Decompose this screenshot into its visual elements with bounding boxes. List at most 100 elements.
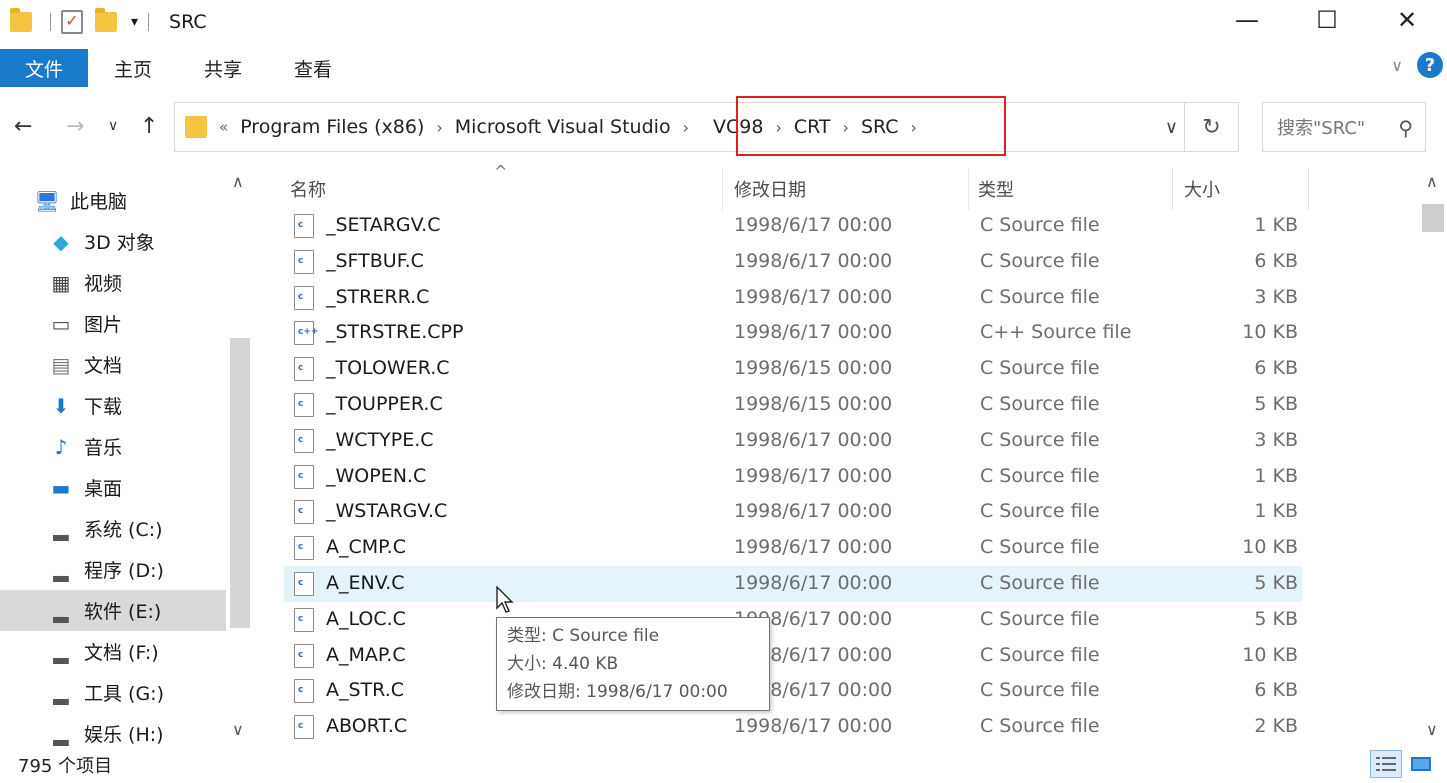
file-type: C Source file xyxy=(980,643,1100,666)
help-icon[interactable]: ? xyxy=(1417,52,1443,78)
file-name[interactable]: A_CMP.C xyxy=(326,536,406,558)
tab-file[interactable]: 文件 xyxy=(0,49,88,87)
sidebar-item-music[interactable]: ♪ 音乐 xyxy=(0,426,226,467)
sidebar-item-this-pc[interactable]: 🖥 此电脑 xyxy=(0,180,226,221)
sidebar-item-video[interactable]: ▦ 视频 xyxy=(0,262,226,303)
sidebar-item-drive-d[interactable]: ▂ 程序 (D:) xyxy=(0,549,226,590)
table-row[interactable]: c _TOUPPER.C 1998/6/15 00:00 C Source file 5… xyxy=(284,387,1302,423)
overflow-crumbs-icon[interactable]: « xyxy=(219,118,228,136)
scrollbar-thumb[interactable] xyxy=(1422,204,1444,232)
table-row[interactable]: c A_STR.C 1998/6/17 00:00 C Source file 6 KB xyxy=(284,673,1302,709)
customize-toolbar-icon[interactable]: ▾ xyxy=(131,14,138,30)
sidebar-item-3d-objects[interactable]: ◆ 3D 对象 xyxy=(0,221,226,262)
file-name[interactable]: A_ENV.C xyxy=(326,572,405,594)
file-name[interactable]: A_MAP.C xyxy=(326,644,406,666)
chevron-down-icon[interactable]: ∨ xyxy=(232,720,244,739)
tab-view[interactable]: 查看 xyxy=(268,55,358,82)
tab-home[interactable]: 主页 xyxy=(88,55,178,82)
chevron-right-icon[interactable]: › xyxy=(775,118,781,137)
table-row[interactable]: c A_MAP.C 1998/6/17 00:00 C Source file 10 K… xyxy=(284,638,1302,674)
chevron-down-icon[interactable]: ∨ xyxy=(1426,720,1438,739)
refresh-button[interactable]: ↻ xyxy=(1184,103,1238,151)
table-row[interactable]: c _STRERR.C 1998/6/17 00:00 C Source file 3 … xyxy=(284,280,1302,316)
file-name[interactable]: _WOPEN.C xyxy=(326,465,426,487)
sidebar-item-drive-f[interactable]: ▂ 文档 (F:) xyxy=(0,631,226,672)
breadcrumb-crt[interactable]: CRT xyxy=(794,116,831,138)
file-date: 1998/6/17 00:00 xyxy=(734,715,893,738)
details-view-button[interactable] xyxy=(1370,750,1402,778)
sidebar-item-drive-e[interactable]: ▂ 软件 (E:) xyxy=(0,590,226,631)
file-name[interactable]: _STRERR.C xyxy=(326,286,429,308)
sidebar-item-pictures[interactable]: ▭ 图片 xyxy=(0,303,226,344)
table-row[interactable]: c _SFTBUF.C 1998/6/17 00:00 C Source file 6 … xyxy=(284,244,1302,280)
table-row[interactable]: c _TOLOWER.C 1998/6/15 00:00 C Source file 6… xyxy=(284,351,1302,387)
column-header-date[interactable]: 修改日期 xyxy=(734,168,964,210)
file-name[interactable]: _WCTYPE.C xyxy=(326,429,434,451)
column-divider[interactable] xyxy=(722,168,723,210)
recent-locations-icon[interactable]: ∨ xyxy=(108,118,118,134)
address-history-dropdown-icon[interactable]: ∨ xyxy=(1165,117,1178,138)
source-file-icon: c xyxy=(294,643,314,668)
file-name[interactable]: A_LOC.C xyxy=(326,608,406,630)
scrollbar-thumb[interactable] xyxy=(230,338,250,628)
table-row[interactable]: c A_ENV.C 1998/6/17 00:00 C Source file 5 KB xyxy=(284,566,1302,602)
column-divider[interactable] xyxy=(968,168,969,210)
new-folder-icon[interactable] xyxy=(95,8,117,32)
file-info-tooltip: 类型: C Source file 大小: 4.40 KB 修改日期: 1998… xyxy=(496,617,770,711)
file-name[interactable]: ABORT.C xyxy=(326,715,407,737)
table-row[interactable]: c _WCTYPE.C 1998/6/17 00:00 C Source file 3 … xyxy=(284,423,1302,459)
chevron-up-icon[interactable]: ∧ xyxy=(232,172,244,191)
sidebar-item-downloads[interactable]: ⬇ 下载 xyxy=(0,385,226,426)
file-name[interactable]: _TOLOWER.C xyxy=(326,357,450,379)
chevron-right-icon[interactable]: › xyxy=(436,118,442,137)
tab-share[interactable]: 共享 xyxy=(178,55,268,82)
file-name[interactable]: _STRSTRE.CPP xyxy=(326,321,463,343)
table-row[interactable]: c ABORT.C 1998/6/17 00:00 C Source file 2 KB xyxy=(284,709,1302,745)
sidebar-item-label: 娱乐 (H:) xyxy=(84,724,164,746)
file-name[interactable]: _SETARGV.C xyxy=(326,214,440,236)
large-icons-view-button[interactable] xyxy=(1406,750,1438,778)
chevron-right-icon[interactable]: › xyxy=(683,118,689,137)
chevron-up-icon[interactable]: ∧ xyxy=(1426,172,1438,191)
search-icon[interactable]: ⚲ xyxy=(1398,116,1413,140)
breadcrumb-vc98[interactable]: VC98 xyxy=(713,116,763,138)
sidebar-scrollbar[interactable]: ∧ ∨ xyxy=(228,168,252,746)
file-name[interactable]: A_STR.C xyxy=(326,679,404,701)
chevron-right-icon[interactable]: › xyxy=(911,118,917,137)
expand-ribbon-icon[interactable]: ∨ xyxy=(1391,56,1403,75)
breadcrumb-program-files[interactable]: Program Files (x86) xyxy=(240,116,424,138)
address-bar[interactable]: « Program Files (x86) › Microsoft Visual… xyxy=(174,102,1239,152)
breadcrumb-src[interactable]: SRC xyxy=(861,116,899,138)
up-button[interactable]: ↑ xyxy=(140,114,158,139)
file-size: 10 KB xyxy=(1242,536,1298,559)
maximize-button[interactable]: ☐ xyxy=(1287,0,1367,40)
table-row[interactable]: c _WOPEN.C 1998/6/17 00:00 C Source file 1 K… xyxy=(284,459,1302,495)
minimize-button[interactable]: — xyxy=(1207,0,1287,40)
table-row[interactable]: c _WSTARGV.C 1998/6/17 00:00 C Source file 1… xyxy=(284,494,1302,530)
column-header-name[interactable]: 名称 xyxy=(290,168,720,210)
chevron-right-icon[interactable]: › xyxy=(843,118,849,137)
close-button[interactable]: ✕ xyxy=(1367,0,1447,40)
file-date: 1998/6/17 00:00 xyxy=(734,285,893,308)
search-input[interactable]: 搜索"SRC" ⚲ xyxy=(1262,102,1426,152)
breadcrumb-visual-studio[interactable]: Microsoft Visual Studio xyxy=(455,116,671,138)
file-list-scrollbar[interactable]: ∧ ∨ xyxy=(1420,168,1446,746)
sidebar-item-desktop[interactable]: ▬ 桌面 xyxy=(0,467,226,508)
sidebar-item-drive-c[interactable]: ▂ 系统 (C:) xyxy=(0,508,226,549)
file-name[interactable]: _TOUPPER.C xyxy=(326,393,443,415)
column-header-size[interactable]: 大小 xyxy=(1184,168,1304,210)
forward-button[interactable]: → xyxy=(66,114,84,139)
column-divider[interactable] xyxy=(1172,168,1173,210)
properties-icon[interactable]: ✓ xyxy=(61,10,83,34)
back-button[interactable]: ← xyxy=(14,114,32,139)
table-row[interactable]: c++ _STRSTRE.CPP 1998/6/17 00:00 C++ Source… xyxy=(284,315,1302,351)
table-row[interactable]: c _SETARGV.C 1998/6/17 00:00 C Source file 1… xyxy=(284,208,1302,244)
column-divider[interactable] xyxy=(1308,168,1309,210)
sidebar-item-drive-g[interactable]: ▂ 工具 (G:) xyxy=(0,672,226,713)
table-row[interactable]: c A_LOC.C 1998/6/17 00:00 C Source file 5 KB xyxy=(284,602,1302,638)
sidebar-item-documents[interactable]: ▤ 文档 xyxy=(0,344,226,385)
file-name[interactable]: _WSTARGV.C xyxy=(326,500,447,522)
file-name[interactable]: _SFTBUF.C xyxy=(326,250,424,272)
column-header-type[interactable]: 类型 xyxy=(978,168,1168,210)
table-row[interactable]: c A_CMP.C 1998/6/17 00:00 C Source file 10 K… xyxy=(284,530,1302,566)
